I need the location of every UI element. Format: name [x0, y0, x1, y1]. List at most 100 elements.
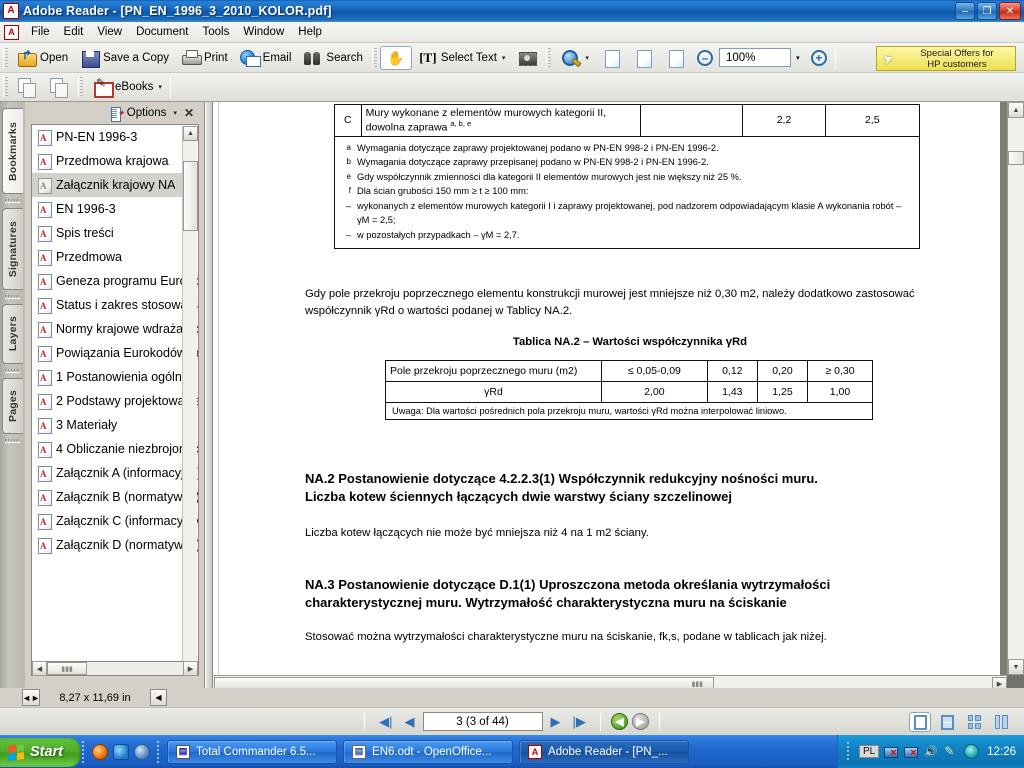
menu-document[interactable]: Document — [129, 24, 195, 40]
menu-file[interactable]: File — [24, 24, 57, 40]
resize-grip-icon[interactable]: ◄► — [22, 689, 40, 706]
toolbar-grip-2[interactable] — [371, 47, 377, 68]
ebooks-toolbar-grip[interactable] — [78, 77, 83, 97]
zoom-in-button[interactable]: + — [805, 46, 833, 70]
list-item[interactable]: Załącznik C (informacyjny) — [32, 509, 198, 533]
list-item[interactable]: 1 Postanowienia ogólne — [32, 365, 198, 389]
hp-special-offers-banner[interactable]: ➤ Special Offers for HP customers — [876, 46, 1016, 71]
list-item[interactable]: 3 Materiały — [32, 413, 198, 437]
panel-splitter[interactable] — [205, 102, 213, 692]
ebooks-button[interactable]: eBooks ▾ — [86, 75, 168, 99]
menu-tools[interactable]: Tools — [196, 24, 237, 40]
menu-view[interactable]: View — [90, 24, 129, 40]
explorer-icon[interactable] — [134, 743, 151, 760]
last-page-button[interactable]: |▶ — [569, 713, 590, 731]
list-item[interactable]: Przedmowa — [32, 245, 198, 269]
list-item[interactable]: Załącznik B (normatywny) — [32, 485, 198, 509]
doc-scroll-down-icon[interactable]: ▼ — [1008, 659, 1024, 675]
list-item[interactable]: Załącznik D (normatywny) — [32, 533, 198, 557]
tray-app-icon[interactable] — [964, 744, 980, 759]
clock[interactable]: 12:26 — [987, 746, 1016, 758]
zoom-dropdown-chevron-icon[interactable]: ▾ — [791, 48, 805, 67]
secondary-toolbar-grip[interactable] — [3, 77, 8, 97]
zoom-tool-button[interactable]: ▾ — [554, 46, 595, 70]
email-button[interactable]: Email — [234, 46, 298, 70]
list-item[interactable]: PN-EN 1996-3 — [32, 125, 198, 149]
sidebar-tab-signatures[interactable]: Signatures — [2, 208, 23, 290]
zoom-chevron-down-icon[interactable]: ▾ — [585, 54, 589, 62]
scroll-left-icon[interactable]: ◀ — [32, 661, 47, 676]
language-indicator[interactable]: PL — [858, 745, 880, 758]
fit-page-button[interactable] — [627, 46, 659, 70]
toolbar-grip-3[interactable] — [546, 47, 552, 68]
start-button[interactable]: Start — [0, 737, 82, 767]
layers-tab-grip[interactable] — [5, 367, 20, 373]
menu-help[interactable]: Help — [291, 24, 329, 40]
next-view-button[interactable] — [43, 75, 75, 99]
close-button[interactable]: ✕ — [999, 2, 1021, 20]
hand-tool-button[interactable]: ✋ — [379, 45, 412, 70]
continuous-facing-layout-button[interactable] — [963, 712, 985, 732]
list-item[interactable]: Normy krajowe wdrażające Eurokody — [32, 317, 198, 341]
restore-button[interactable]: ❐ — [977, 2, 997, 20]
status-scroll-left-button[interactable]: ◀ — [150, 689, 167, 706]
list-item[interactable]: Załącznik krajowy NA — [32, 173, 198, 197]
pages-tab-grip[interactable] — [5, 437, 20, 443]
taskbar-item-openoffice[interactable]: ▤ EN6.odt - OpenOffice... — [343, 739, 514, 764]
sidebar-tab-pages[interactable]: Pages — [2, 378, 23, 434]
first-page-button[interactable]: ◀| — [375, 713, 396, 731]
tray-grip-icon[interactable] — [845, 741, 851, 762]
network-disconnected-icon[interactable] — [884, 745, 899, 759]
options-chevron-down-icon[interactable]: ▾ — [173, 109, 177, 117]
taskbar-item-total-commander[interactable]: ▤ Total Commander 6.5... — [167, 739, 338, 764]
print-button[interactable]: Print — [175, 46, 234, 70]
taskbar-item-adobe-reader[interactable]: A Adobe Reader - [PN_... — [519, 739, 690, 764]
firefox-icon[interactable] — [92, 743, 109, 760]
list-item[interactable]: Status i zakres stosowania Eurokodów — [32, 293, 198, 317]
bookmarks-hscroll-thumb[interactable]: ▮▮▮ — [47, 662, 87, 675]
zoom-out-button[interactable]: – — [691, 46, 719, 70]
continuous-layout-button[interactable] — [936, 712, 958, 732]
menu-window[interactable]: Window — [236, 24, 291, 40]
document-vertical-scrollbar[interactable]: ▲ ▼ — [1007, 102, 1024, 675]
list-item[interactable]: Geneza programu Eurokodów — [32, 269, 198, 293]
sidebar-tab-bookmarks[interactable]: Bookmarks — [2, 108, 23, 194]
bookmarks-scroll-thumb[interactable] — [183, 161, 198, 231]
signatures-tab-grip[interactable] — [5, 293, 20, 299]
next-page-button[interactable]: ▶ — [547, 713, 565, 731]
list-item[interactable]: EN 1996-3 — [32, 197, 198, 221]
minimize-button[interactable]: – — [955, 2, 975, 20]
fit-width-button[interactable] — [659, 46, 691, 70]
bookmarks-tab-grip[interactable] — [5, 197, 20, 203]
select-text-button[interactable]: [T] Select Text ▾ — [412, 46, 512, 70]
scroll-right-icon[interactable]: ▶ — [183, 661, 198, 676]
bookmarks-horizontal-scrollbar[interactable]: ◀ ▮▮▮ ▶ — [31, 661, 199, 676]
facing-layout-button[interactable] — [990, 712, 1012, 732]
toolbar-grip[interactable] — [3, 47, 8, 68]
open-button[interactable]: Open — [11, 46, 74, 70]
snapshot-tool-button[interactable] — [511, 46, 543, 70]
zoom-level-input[interactable]: 100% — [718, 48, 791, 67]
task-list-grip[interactable] — [156, 740, 162, 763]
sidebar-tab-layers[interactable]: Layers — [2, 304, 23, 364]
options-menu-button[interactable]: Options — [127, 107, 167, 119]
menu-edit[interactable]: Edit — [57, 24, 91, 40]
chevron-down-icon[interactable]: ▾ — [502, 54, 506, 62]
go-forward-button[interactable]: ▶ — [631, 713, 649, 730]
list-item[interactable]: Spis treści — [32, 221, 198, 245]
list-item[interactable]: 4 Obliczanie niezbrojonych konstrukcji — [32, 437, 198, 461]
previous-page-button[interactable]: ◀ — [401, 713, 419, 731]
list-item[interactable]: Powiązania Eurokodów ze zharmonizowanymi — [32, 341, 198, 365]
go-back-button[interactable]: ◀ — [610, 713, 628, 730]
pen-icon[interactable] — [944, 744, 959, 759]
single-page-layout-button[interactable] — [909, 712, 931, 732]
network-disconnected-icon-2[interactable] — [904, 745, 919, 759]
list-item[interactable]: Załącznik A (informacyjny) — [32, 461, 198, 485]
ie-icon[interactable] — [113, 743, 130, 760]
scroll-up-icon[interactable]: ▲ — [183, 126, 198, 141]
volume-icon[interactable] — [924, 745, 939, 759]
bookmarks-vertical-scrollbar[interactable]: ▲ — [182, 126, 198, 673]
list-item[interactable]: 2 Podstawy projektowania — [32, 389, 198, 413]
list-item[interactable]: Przedmowa krajowa — [32, 149, 198, 173]
page-number-input[interactable]: 3 (3 of 44) — [422, 712, 543, 731]
